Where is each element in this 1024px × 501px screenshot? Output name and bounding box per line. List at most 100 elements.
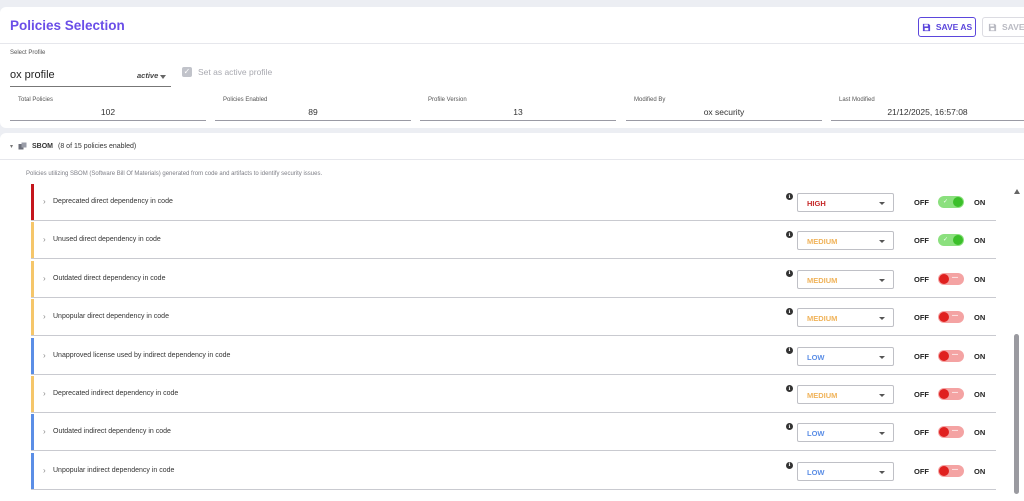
scroll-up-arrow-icon[interactable] (1014, 189, 1020, 194)
severity-bar (31, 376, 34, 412)
info-icon[interactable]: i (786, 193, 793, 200)
caret-down-icon (879, 317, 885, 321)
stat-value: 89 (308, 107, 318, 117)
caret-down-icon (879, 278, 885, 282)
toggle-off-label: OFF (914, 466, 929, 476)
chevron-right-icon[interactable]: › (43, 427, 46, 436)
chevron-right-icon[interactable]: › (43, 466, 46, 475)
info-icon[interactable]: i (786, 308, 793, 316)
policy-toggle[interactable]: ✓ (938, 234, 964, 247)
toggle-on-label: ON (974, 428, 986, 438)
toggle-on-label: ON (974, 390, 986, 399)
chevron-right-icon[interactable]: › (43, 235, 46, 244)
policy-row[interactable]: › Unused direct dependency in code i MEDIUM… (31, 222, 996, 260)
policy-row[interactable]: › Unpopular indirect dependency in code i L… (31, 452, 996, 490)
toggle-off-label: OFF (914, 351, 929, 361)
chevron-right-icon[interactable]: › (43, 351, 46, 360)
save-label: SAVE (1002, 22, 1024, 32)
toggle-mark-icon: — (952, 274, 958, 281)
info-icon[interactable]: i (786, 269, 793, 277)
stat-modified-by: Modified By ox security (626, 97, 822, 121)
section-title: SBOM (32, 142, 54, 150)
stat-label: Modified By (634, 97, 666, 103)
policy-toggle[interactable]: — (938, 426, 964, 439)
page-title: Policies Selection (10, 18, 125, 33)
policy-name: Deprecated indirect dependency in code (53, 390, 179, 397)
severity-value: LOW (807, 429, 825, 439)
policy-row[interactable]: › Outdated direct dependency in code i MEDI… (31, 260, 996, 298)
severity-select[interactable]: MEDIUM (797, 269, 894, 289)
policy-row[interactable]: › Unpopular direct dependency in code i MED… (31, 299, 996, 337)
stat-label: Total Policies (18, 97, 54, 103)
sbom-section-header[interactable]: ▾ SBOM (8 of 15 policies enabled) (10, 142, 136, 150)
set-active-profile-checkbox[interactable]: ✓ Set as active profile (182, 67, 272, 77)
stat-policies-enabled: Policies Enabled 89 (215, 97, 411, 121)
info-icon[interactable]: i (786, 423, 793, 431)
save-button[interactable]: SAVE (982, 17, 1024, 37)
caret-down-icon (879, 240, 885, 244)
chevron-right-icon[interactable]: › (43, 197, 46, 206)
policy-row[interactable]: › Outdated indirect dependency in code i LO… (31, 414, 996, 452)
floppy-disk-icon (922, 23, 930, 31)
toggle-knob (953, 235, 963, 246)
policy-name: Unpopular indirect dependency in code (53, 466, 175, 474)
section-count: (8 of 15 policies enabled) (58, 142, 137, 150)
severity-value: MEDIUM (807, 237, 838, 247)
policy-toggle[interactable]: — (938, 464, 964, 477)
severity-bar (31, 260, 34, 297)
policy-row[interactable]: › Deprecated indirect dependency in code i… (31, 376, 996, 413)
toggle-off-label: OFF (914, 428, 929, 438)
policy-name: Unpopular direct dependency in code (53, 313, 169, 321)
toggle-on-label: ON (974, 466, 986, 476)
toggle-knob (939, 389, 949, 399)
caret-down-icon (879, 394, 885, 397)
chevron-right-icon[interactable]: › (43, 274, 46, 283)
profile-select[interactable]: ox profile active (10, 62, 171, 87)
policy-toggle[interactable]: ✓ (938, 196, 964, 208)
severity-select[interactable]: LOW (797, 423, 894, 443)
info-icon[interactable]: i (786, 231, 793, 239)
severity-select[interactable]: MEDIUM (797, 385, 894, 404)
severity-value: MEDIUM (807, 391, 838, 400)
set-active-label: Set as active profile (198, 67, 273, 77)
checkbox-checked-icon: ✓ (182, 67, 192, 77)
severity-value: MEDIUM (807, 275, 838, 285)
severity-select[interactable]: HIGH (797, 193, 894, 212)
section-divider (0, 159, 1024, 160)
toggle-mark-icon: ✓ (943, 199, 949, 205)
severity-select[interactable]: LOW (797, 346, 894, 366)
chevron-right-icon[interactable]: › (43, 389, 46, 398)
severity-select[interactable]: LOW (797, 461, 894, 481)
stat-label: Last Modified (839, 97, 875, 103)
chevron-down-icon: ▾ (10, 143, 14, 150)
caret-down-icon (160, 75, 166, 79)
scrollbar-thumb[interactable] (1014, 334, 1019, 494)
toggle-knob (939, 465, 949, 476)
caret-down-icon (879, 432, 885, 436)
policy-row[interactable]: › Deprecated direct dependency in code i HI… (31, 184, 996, 221)
toggle-off-label: OFF (914, 274, 929, 284)
save-as-button[interactable]: SAVE AS (918, 17, 976, 37)
profile-name: ox profile (10, 69, 55, 81)
policy-toggle[interactable]: — (938, 349, 964, 362)
policy-toggle[interactable]: — (938, 272, 964, 285)
toggle-on-label: ON (974, 274, 986, 284)
policy-row[interactable]: › Unapproved license used by indirect dep… (31, 337, 996, 375)
policy-name: Unapproved license used by indirect depe… (53, 351, 231, 359)
stat-last-modified: Last Modified 21/12/2025, 16:57:08 (831, 97, 1024, 121)
policy-toggle[interactable]: — (938, 311, 964, 324)
policy-toggle[interactable]: — (938, 388, 964, 400)
severity-value: MEDIUM (807, 314, 838, 324)
toggle-off-label: OFF (914, 390, 929, 399)
chevron-right-icon[interactable]: › (43, 312, 46, 321)
floppy-disk-icon (988, 23, 997, 31)
toggle-knob (953, 197, 963, 207)
severity-select[interactable]: MEDIUM (797, 231, 894, 251)
toggle-on-label: ON (974, 236, 986, 246)
info-icon[interactable]: i (786, 461, 793, 469)
info-icon[interactable]: i (786, 385, 793, 392)
stat-value: 102 (100, 107, 116, 117)
toggle-mark-icon: — (952, 351, 958, 358)
severity-select[interactable]: MEDIUM (797, 308, 894, 328)
info-icon[interactable]: i (786, 346, 793, 354)
